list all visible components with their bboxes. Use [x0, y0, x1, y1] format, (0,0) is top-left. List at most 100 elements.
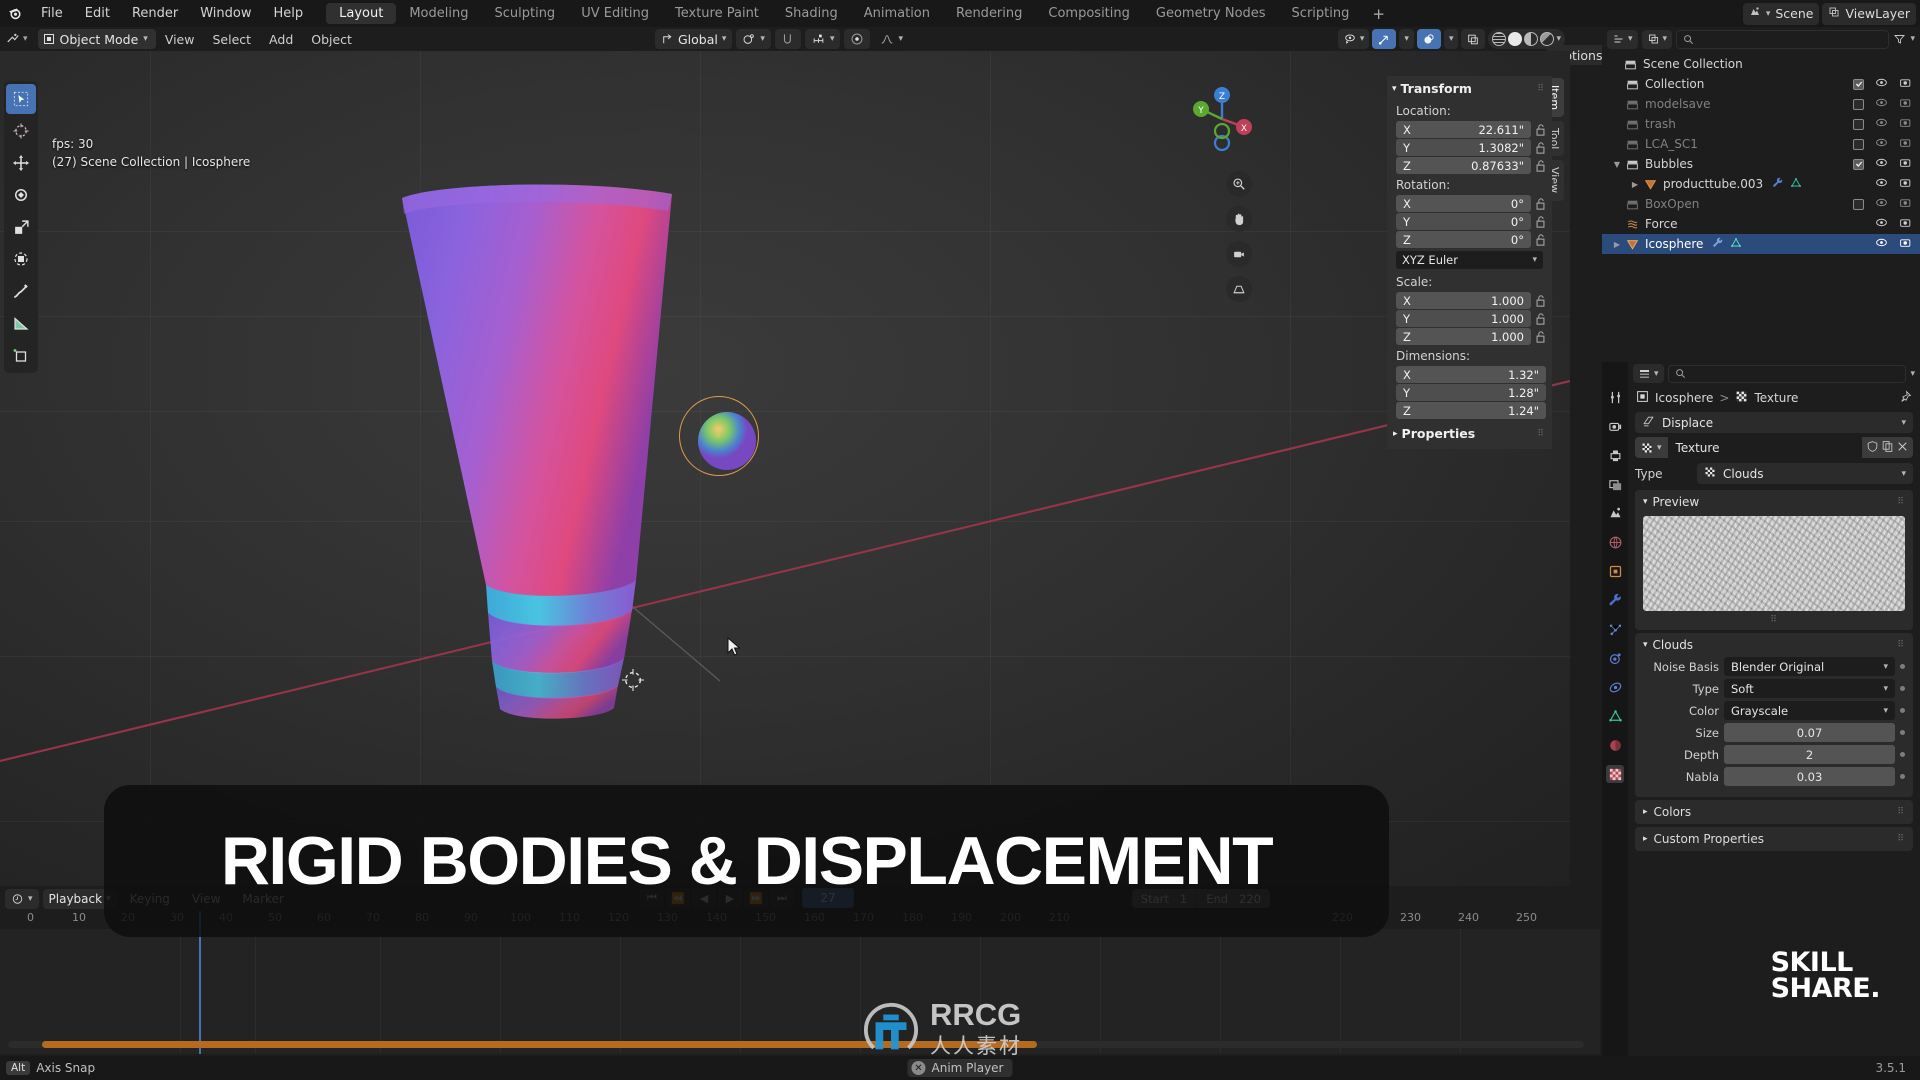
- disable-render-camera-icon[interactable]: [1899, 137, 1912, 151]
- disable-render-camera-icon[interactable]: [1899, 97, 1912, 111]
- hide-viewport-eye-icon[interactable]: [1875, 217, 1888, 231]
- proportional-falloff-selector[interactable]: ▾: [874, 29, 909, 49]
- dimensions-y-row[interactable]: Y 1.28": [1387, 384, 1552, 401]
- rotation-mode-selector[interactable]: XYZ Euler ▾: [1396, 251, 1543, 269]
- menu-file[interactable]: File: [30, 0, 74, 27]
- overlays-options[interactable]: ▾: [1443, 29, 1459, 49]
- wrench-icon[interactable]: [1772, 177, 1784, 192]
- outliner-row-modelsave[interactable]: modelsave: [1602, 94, 1920, 114]
- tool-move[interactable]: [6, 148, 36, 178]
- exclude-checkbox[interactable]: [1853, 118, 1864, 130]
- chevron-down-icon[interactable]: ▾: [1910, 34, 1915, 44]
- lock-icon[interactable]: [1535, 294, 1546, 307]
- menu-edit[interactable]: Edit: [74, 0, 121, 27]
- disclosure-triangle-right-icon[interactable]: ▶: [1610, 240, 1624, 249]
- workspace-tab-scripting[interactable]: Scripting: [1279, 3, 1363, 24]
- workspace-tab-animation[interactable]: Animation: [851, 3, 943, 24]
- outliner-display-mode[interactable]: ▾: [1641, 29, 1673, 49]
- fake-user-shield-icon[interactable]: [1866, 438, 1879, 457]
- gizmo-options[interactable]: ▾: [1399, 29, 1414, 49]
- animate-property-dot[interactable]: [1900, 664, 1905, 669]
- resize-handle-icon[interactable]: ⠿: [1770, 615, 1778, 625]
- tool-cursor[interactable]: [6, 116, 36, 146]
- workspace-tab-rendering[interactable]: Rendering: [943, 3, 1035, 24]
- workspace-tab-modeling[interactable]: Modeling: [396, 3, 481, 24]
- properties-tab-particles[interactable]: [1606, 620, 1624, 638]
- properties-tab-scene[interactable]: [1606, 504, 1624, 522]
- tool-annotate[interactable]: [6, 276, 36, 306]
- transform-panel-header[interactable]: ▾ Transform ⠿: [1387, 76, 1552, 101]
- animate-property-dot[interactable]: [1900, 752, 1905, 757]
- breadcrumb-texture[interactable]: Texture: [1754, 391, 1798, 405]
- camera-view-icon[interactable]: [1226, 241, 1252, 267]
- properties-editor-type[interactable]: ▾: [1633, 364, 1664, 383]
- drag-handle-icon[interactable]: ⠿: [1897, 497, 1905, 507]
- lock-icon[interactable]: [1535, 141, 1546, 154]
- lock-icon[interactable]: [1535, 197, 1546, 210]
- disclosure-triangle-right-icon[interactable]: ▶: [1628, 180, 1642, 189]
- scale-y-row[interactable]: Y 1.000: [1387, 310, 1552, 327]
- hide-viewport-eye-icon[interactable]: [1875, 177, 1888, 191]
- unlink-datablock-icon[interactable]: [1896, 438, 1909, 457]
- xray-toggle[interactable]: [1461, 29, 1486, 49]
- menu-render[interactable]: Render: [121, 0, 189, 27]
- workspace-tab-sculpting[interactable]: Sculpting: [481, 3, 568, 24]
- disable-render-camera-icon[interactable]: [1899, 177, 1912, 191]
- material-preview-shading-icon[interactable]: [1524, 32, 1539, 46]
- texture-name-input[interactable]: Texture: [1667, 437, 1862, 458]
- ortho-perspective-icon[interactable]: [1226, 276, 1252, 302]
- viewport-menu-object[interactable]: Object: [302, 32, 361, 47]
- drag-handle-icon[interactable]: ⠿: [1897, 640, 1905, 650]
- viewport-menu-select[interactable]: Select: [203, 32, 260, 47]
- color-dropdown[interactable]: Grayscale ▾: [1724, 701, 1895, 720]
- interaction-mode-selector[interactable]: Object Mode ▾: [37, 29, 156, 49]
- workspace-tab-layout[interactable]: Layout: [326, 3, 397, 24]
- location-x-row[interactable]: X 22.611": [1387, 121, 1552, 138]
- properties-tab-material[interactable]: [1606, 736, 1624, 754]
- outliner-row-boxopen[interactable]: BoxOpen: [1602, 194, 1920, 214]
- disable-render-camera-icon[interactable]: [1899, 217, 1912, 231]
- hide-viewport-eye-icon[interactable]: [1875, 237, 1888, 251]
- breadcrumb-object[interactable]: Icosphere: [1655, 391, 1713, 405]
- navigation-gizmo[interactable]: Z X Y: [1182, 79, 1262, 159]
- properties-tab-constraints[interactable]: [1606, 678, 1624, 696]
- anim-player-status[interactable]: ✕ Anim Player: [907, 1059, 1013, 1077]
- dimensions-z-row[interactable]: Z 1.24": [1387, 402, 1552, 419]
- clouds-type-dropdown[interactable]: Soft ▾: [1724, 679, 1895, 698]
- custom-properties-section-header[interactable]: ▸ Custom Properties ⠿: [1635, 827, 1913, 851]
- menu-window[interactable]: Window: [189, 0, 262, 27]
- disable-render-camera-icon[interactable]: [1899, 197, 1912, 211]
- lock-icon[interactable]: [1535, 312, 1546, 325]
- tool-measure[interactable]: [6, 308, 36, 338]
- chevron-down-icon[interactable]: ▾: [1910, 369, 1915, 379]
- exclude-checkbox[interactable]: [1853, 98, 1864, 110]
- viewlayer-selector[interactable]: ViewLayer: [1822, 2, 1916, 25]
- scale-x-row[interactable]: X 1.000: [1387, 292, 1552, 309]
- timeline-track-area[interactable]: [0, 929, 1600, 1054]
- hide-viewport-eye-icon[interactable]: [1875, 77, 1888, 91]
- lock-icon[interactable]: [1535, 215, 1546, 228]
- properties-tab-tool[interactable]: [1606, 388, 1624, 406]
- outliner-filter-icon[interactable]: [1893, 30, 1906, 49]
- modifier-context-selector[interactable]: Displace ▾: [1635, 412, 1913, 433]
- size-slider[interactable]: 0.07: [1724, 723, 1895, 742]
- colors-section-header[interactable]: ▸ Colors ⠿: [1635, 800, 1913, 824]
- location-y-row[interactable]: Y 1.3082": [1387, 139, 1552, 156]
- icosphere-object[interactable]: [679, 399, 765, 485]
- snapping-toggle[interactable]: [774, 29, 801, 49]
- pan-hand-icon[interactable]: [1226, 206, 1252, 232]
- wireframe-shading-icon[interactable]: [1492, 32, 1507, 46]
- hide-viewport-eye-icon[interactable]: [1875, 97, 1888, 111]
- animate-property-dot[interactable]: [1900, 708, 1905, 713]
- pin-icon[interactable]: [1899, 390, 1912, 406]
- properties-tab-data[interactable]: [1606, 707, 1624, 725]
- disable-render-camera-icon[interactable]: [1899, 117, 1912, 131]
- properties-tab-world[interactable]: [1606, 533, 1624, 551]
- timeline-editor-type[interactable]: ▾: [5, 888, 39, 909]
- menu-help[interactable]: Help: [263, 0, 315, 27]
- tool-rotate[interactable]: [6, 180, 36, 210]
- 3d-viewport[interactable]: fps: 30 (27) Scene Collection | Icospher…: [0, 51, 1570, 886]
- exclude-checkbox[interactable]: [1853, 138, 1864, 150]
- properties-tab-modifier[interactable]: [1606, 591, 1624, 609]
- disable-render-camera-icon[interactable]: [1899, 237, 1912, 251]
